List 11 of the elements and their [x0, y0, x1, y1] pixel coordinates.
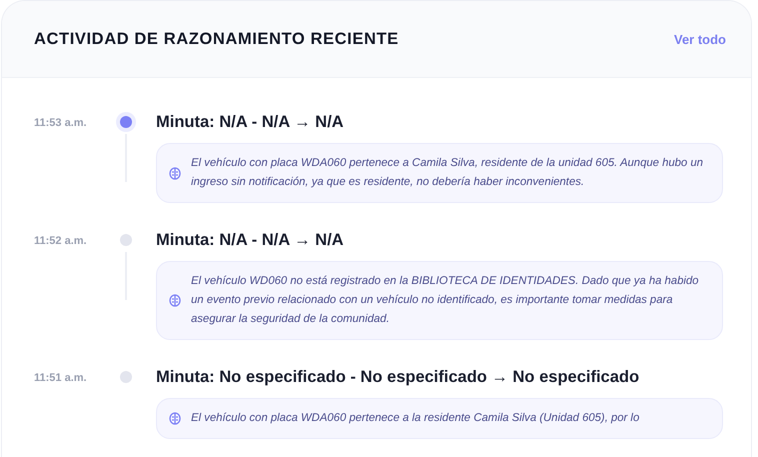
reasoning-text: El vehículo con placa WDA060 pertenece a Camila Silva, residente de la unidad 605. Aunque hubo un ingreso sin notificación, ya que es residente, no debería haber inconvenientes. [191, 156, 704, 190]
reasoning-text: El vehículo con placa WDA060 pertenece a la residente Camila Silva (Unidad 605), por lo [191, 411, 640, 426]
event-title: Minuta: No especificado - No especificado → No especificado [156, 368, 640, 387]
event-time: 11:53 a.m. [34, 116, 88, 131]
event-title: Minuta: N/A - N/A → N/A [156, 231, 345, 250]
panel-title: ACTIVIDAD DE RAZONAMIENTO RECIENTE [34, 30, 399, 48]
event-title: Minuta: N/A - N/A → N/A [156, 113, 345, 132]
event-time: 11:52 a.m. [34, 234, 88, 249]
reasoning-text: El vehículo WD060 no está registrado en la BIBLIOTECA DE IDENTIDADES. Dado que ya ha habido un evento previo relacionado con un vehículo no identificado, es importante tomar medidas para asegurar la seguridad de la comunidad. [191, 274, 700, 327]
view-all-link[interactable]: Ver todo [674, 32, 726, 46]
event-time: 11:51 a.m. [34, 371, 88, 386]
